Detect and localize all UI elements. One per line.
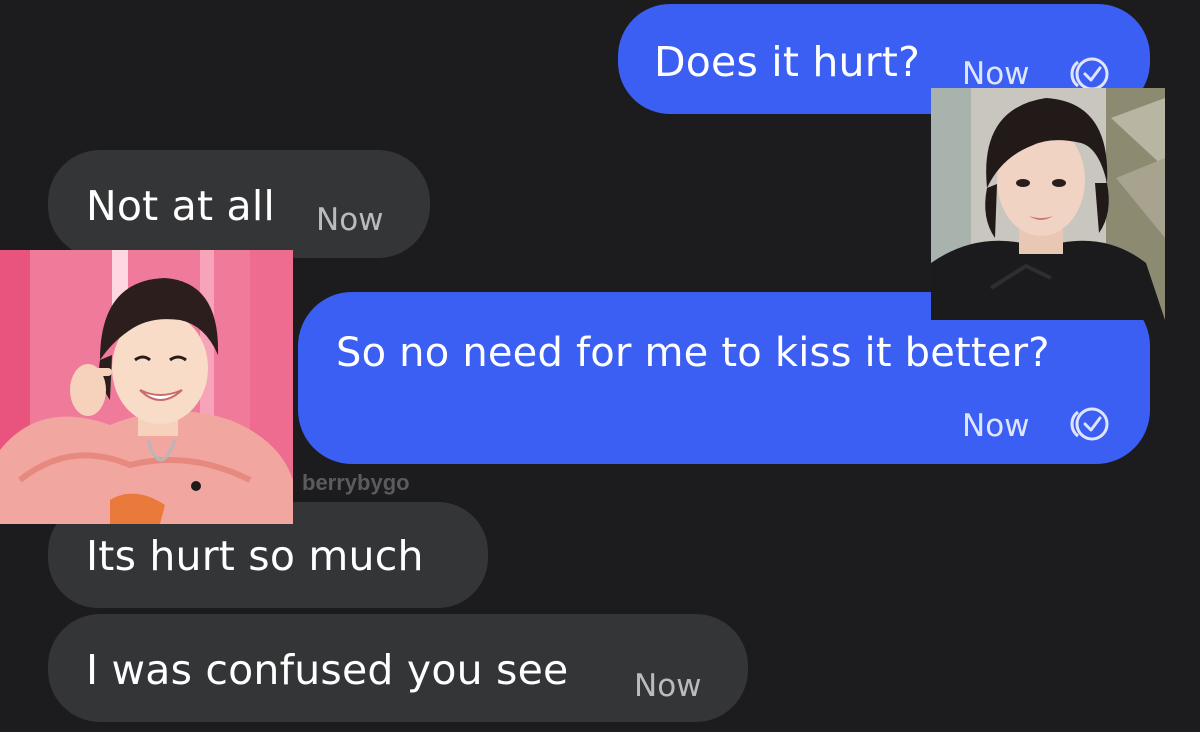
- message-bubble-received[interactable]: I was confused you see Now: [48, 614, 748, 722]
- message-text: So no need for me to kiss it better?: [336, 330, 1050, 376]
- photo-pink-background: [0, 250, 293, 524]
- portrait-illustration: [0, 250, 293, 524]
- message-timestamp: Now: [316, 202, 384, 238]
- photo-window-background: [931, 88, 1165, 320]
- message-text: Does it hurt?: [654, 38, 921, 86]
- message-timestamp: Now: [962, 408, 1030, 444]
- message-bubble-received[interactable]: Not at all Now: [48, 150, 430, 258]
- watermark: berrybygo: [302, 470, 410, 495]
- portrait-illustration: [931, 88, 1165, 320]
- message-text: I was confused you see: [86, 646, 569, 694]
- read-check-icon: [1070, 407, 1109, 441]
- message-timestamp: Now: [634, 668, 702, 704]
- message-text: Its hurt so much: [86, 532, 424, 580]
- message-timestamp: Now: [962, 56, 1030, 92]
- message-text: Not at all: [86, 182, 276, 230]
